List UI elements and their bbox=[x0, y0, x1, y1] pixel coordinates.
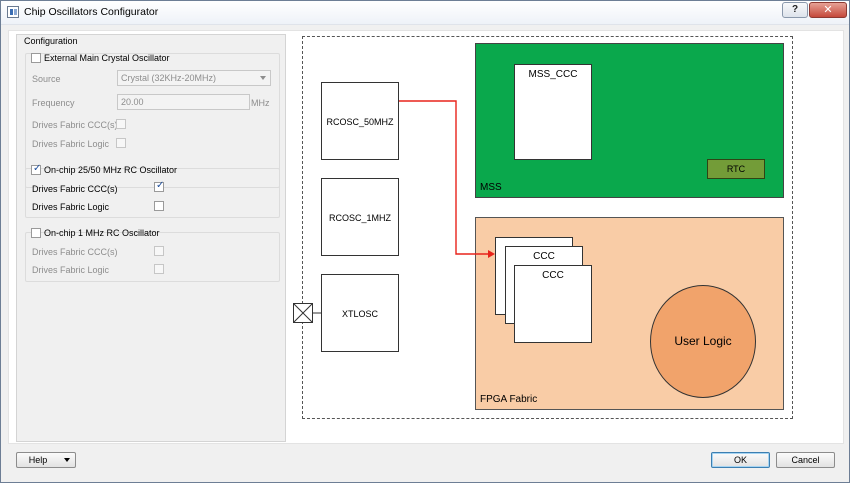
ccc-label-middle: CCC bbox=[533, 251, 555, 262]
rc2550-checkbox[interactable] bbox=[31, 163, 41, 175]
rc1-drives-logic-label: Drives Fabric Logic bbox=[32, 265, 110, 275]
external-oscillator-label: External Main Crystal Oscillator bbox=[44, 53, 170, 63]
rc2550-drives-ccc-label: Drives Fabric CCC(s) bbox=[32, 184, 118, 194]
rcosc-50mhz-block: RCOSC_50MHZ bbox=[321, 82, 399, 160]
close-button[interactable]: ✕ bbox=[809, 2, 847, 18]
source-label: Source bbox=[32, 74, 61, 84]
fpga-fabric-block: CCC CCC User Logic FPGA Fabric bbox=[475, 217, 784, 410]
ext-drives-ccc-label: Drives Fabric CCC(s) bbox=[32, 120, 118, 130]
ext-drives-logic-checkbox[interactable] bbox=[116, 138, 126, 148]
mss-ccc-label: MSS_CCC bbox=[528, 69, 578, 80]
ext-drives-logic-label: Drives Fabric Logic bbox=[32, 139, 110, 149]
frequency-unit: MHz bbox=[251, 98, 270, 108]
title-help-button[interactable]: ? bbox=[782, 2, 808, 18]
rc2550-drives-ccc-checkbox[interactable] bbox=[154, 180, 164, 192]
rc1-drives-logic-checkbox[interactable] bbox=[154, 264, 164, 274]
dialog-window: Chip Oscillators Configurator ? ✕ Config… bbox=[0, 0, 850, 483]
cancel-button[interactable]: Cancel bbox=[776, 452, 835, 468]
xtlosc-label: XTLOSC bbox=[341, 309, 378, 319]
rc1-drives-ccc-label: Drives Fabric CCC(s) bbox=[32, 247, 118, 257]
xtlosc-block: XTLOSC bbox=[321, 274, 399, 352]
mss-block: MSS_CCC RTC MSS bbox=[475, 43, 784, 198]
source-select-value: Crystal (32KHz-20MHz) bbox=[121, 73, 217, 83]
frequency-input[interactable]: 20.00 bbox=[117, 94, 250, 110]
fpga-fabric-label: FPGA Fabric bbox=[480, 394, 538, 405]
ok-button[interactable]: OK bbox=[711, 452, 770, 468]
rc1-label: On-chip 1 MHz RC Oscillator bbox=[44, 228, 160, 238]
chevron-down-icon bbox=[260, 76, 266, 80]
app-icon bbox=[7, 6, 19, 18]
ccc-label-front: CCC bbox=[542, 270, 564, 281]
mss-ccc-block: MSS_CCC bbox=[514, 64, 592, 160]
clock-route-arrow bbox=[399, 100, 495, 258]
title-bar: Chip Oscillators Configurator ? ✕ bbox=[1, 1, 849, 25]
configuration-title: Configuration bbox=[24, 36, 78, 46]
source-select[interactable]: Crystal (32KHz-20MHz) bbox=[117, 70, 271, 86]
rc2550-drives-logic-checkbox[interactable] bbox=[154, 201, 164, 211]
help-dropdown-button[interactable]: Help bbox=[16, 452, 76, 468]
rcosc-1mhz-label: RCOSC_1MHZ bbox=[328, 213, 391, 223]
pad-connector bbox=[312, 312, 322, 314]
external-oscillator-checkbox[interactable] bbox=[31, 53, 41, 63]
user-logic-label: User Logic bbox=[674, 334, 732, 348]
chevron-down-icon bbox=[64, 458, 70, 462]
help-button-label: Help bbox=[28, 455, 48, 465]
window-title: Chip Oscillators Configurator bbox=[24, 6, 159, 18]
rc1-drives-ccc-checkbox[interactable] bbox=[154, 246, 164, 256]
rc2550-drives-logic-label: Drives Fabric Logic bbox=[32, 202, 110, 212]
rtc-block: RTC bbox=[707, 159, 765, 179]
rc1-checkbox[interactable] bbox=[31, 228, 41, 238]
rc2550-label: On-chip 25/50 MHz RC Oscillator bbox=[44, 165, 178, 175]
pad-icon bbox=[293, 303, 313, 323]
rcosc-50mhz-label: RCOSC_50MHZ bbox=[326, 117, 394, 127]
rcosc-1mhz-block: RCOSC_1MHZ bbox=[321, 178, 399, 256]
user-logic-block: User Logic bbox=[650, 285, 756, 398]
ext-drives-ccc-checkbox[interactable] bbox=[116, 119, 126, 129]
ccc-block-front: CCC bbox=[514, 265, 592, 343]
frequency-label: Frequency bbox=[32, 98, 75, 108]
